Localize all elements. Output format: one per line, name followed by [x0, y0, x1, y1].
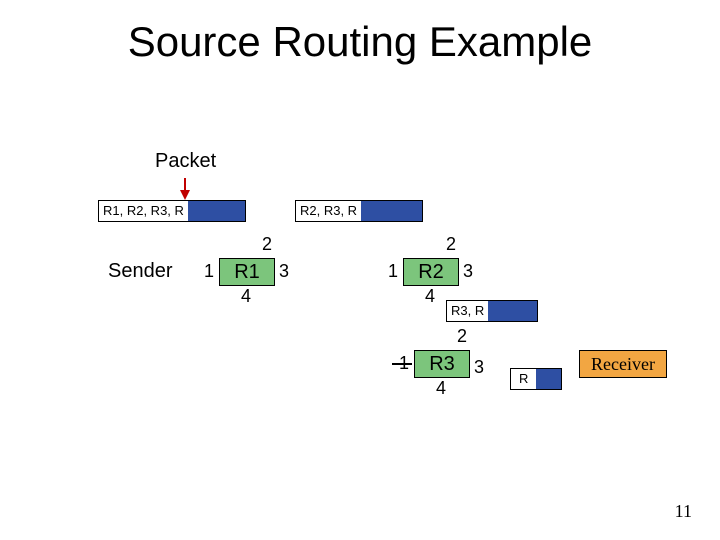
- receiver-box: Receiver: [579, 350, 667, 378]
- sender-label: Sender: [108, 260, 173, 283]
- router-r2: R2: [403, 258, 459, 286]
- packet-box-4: R: [510, 368, 562, 390]
- r3-port-right: 3: [474, 357, 484, 378]
- packet-header-2: R2, R3, R: [296, 201, 361, 221]
- packet-payload-4: [536, 369, 561, 389]
- line-r3-left: [392, 363, 412, 365]
- r3-port-top: 2: [457, 326, 467, 347]
- r2-port-left: 1: [388, 261, 398, 282]
- packet-header-1: R1, R2, R3, R: [99, 201, 188, 221]
- packet-box-1: R1, R2, R3, R: [98, 200, 246, 222]
- r1-port-bottom: 4: [241, 286, 251, 307]
- router-r3: R3: [414, 350, 470, 378]
- packet-payload-2: [361, 201, 422, 221]
- packet-header-4: R: [511, 369, 536, 389]
- packet-payload-1: [188, 201, 245, 221]
- slide-number: 11: [675, 501, 692, 522]
- r1-port-top: 2: [262, 234, 272, 255]
- router-r1: R1: [219, 258, 275, 286]
- r1-port-left: 1: [204, 261, 214, 282]
- r2-port-right: 3: [463, 261, 473, 282]
- packet-payload-3: [488, 301, 537, 321]
- r2-port-top: 2: [446, 234, 456, 255]
- packet-header-3: R3, R: [447, 301, 488, 321]
- packet-box-3: R3, R: [446, 300, 538, 322]
- r3-port-bottom: 4: [436, 378, 446, 399]
- r2-port-bottom: 4: [425, 286, 435, 307]
- r1-port-right: 3: [279, 261, 289, 282]
- page-title: Source Routing Example: [0, 18, 720, 66]
- packet-box-2: R2, R3, R: [295, 200, 423, 222]
- packet-label: Packet: [155, 150, 216, 173]
